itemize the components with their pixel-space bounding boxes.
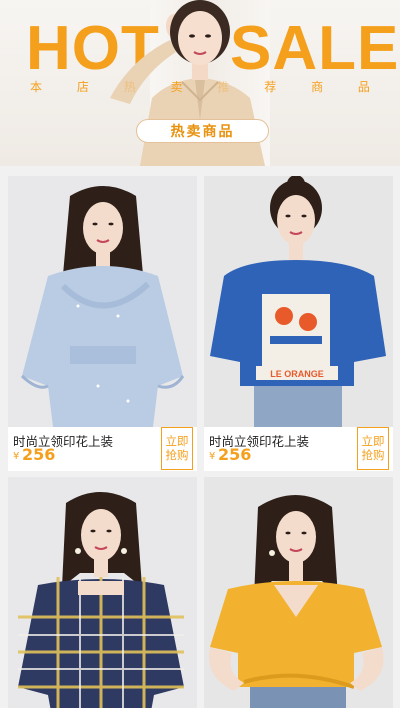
hero-subtitle-char: 热 <box>123 80 136 94</box>
hero-subtitle-char: 商 <box>311 80 324 94</box>
buy-now-label-line1: 立即 <box>361 434 385 448</box>
currency-symbol: ¥ <box>13 451 20 462</box>
hero-subtitle-char: 本 <box>30 80 43 94</box>
hot-products-badge[interactable]: 热卖商品 <box>136 119 269 143</box>
hero-subtitle-char: 推 <box>217 80 230 94</box>
hero-subtitle-char: 店 <box>76 80 89 94</box>
buy-now-label-line2: 抢购 <box>165 448 189 462</box>
currency-symbol: ¥ <box>209 451 216 462</box>
product-price: 256 <box>22 445 56 464</box>
hero-subtitle-char: 品 <box>357 80 370 94</box>
product-image[interactable]: LE ORANGE <box>204 176 393 427</box>
hero-subtitle-char: 荐 <box>264 80 277 94</box>
product-image[interactable] <box>8 176 197 427</box>
product-card[interactable]: LE ORANGE 时尚立领印花上装 ¥ 256 立即 抢购 <box>204 176 393 471</box>
product-image[interactable] <box>204 477 393 708</box>
product-price: 256 <box>218 445 252 464</box>
buy-now-label-line1: 立即 <box>165 434 189 448</box>
hero-subtitle-char: 卖 <box>170 80 183 94</box>
product-card[interactable] <box>204 477 393 708</box>
buy-now-button[interactable]: 立即 抢购 <box>161 427 193 470</box>
hero-subtitle: 本 店 热 卖 推 荐 商 品 <box>30 78 370 95</box>
hero-banner: HOT SALE 本 店 热 卖 推 荐 商 品 热卖商品 <box>0 0 400 166</box>
buy-now-button[interactable]: 立即 抢购 <box>357 427 389 470</box>
buy-now-label-line2: 抢购 <box>361 448 385 462</box>
svg-text:LE ORANGE: LE ORANGE <box>270 369 324 379</box>
product-card[interactable]: 时尚立领印花上装 ¥ 256 立即 抢购 <box>8 176 197 471</box>
product-card[interactable] <box>8 477 197 708</box>
product-image[interactable] <box>8 477 197 708</box>
